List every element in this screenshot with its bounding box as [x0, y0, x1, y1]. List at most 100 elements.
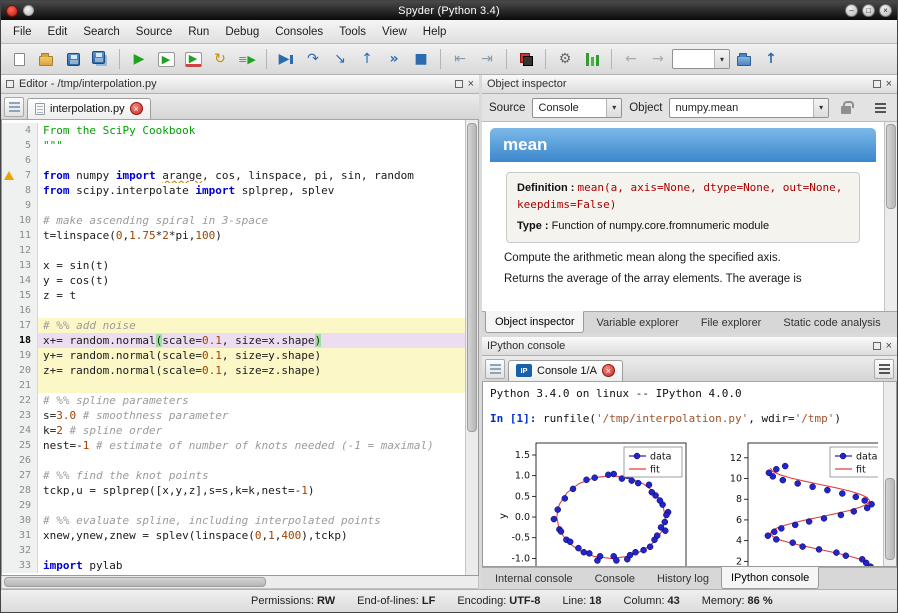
- step-return-button[interactable]: ↑: [354, 46, 380, 72]
- line-number[interactable]: 6: [2, 153, 38, 168]
- line-number[interactable]: 33: [2, 558, 38, 573]
- code-line-text[interactable]: [38, 243, 465, 258]
- line-number[interactable]: 26: [2, 453, 38, 468]
- code-line-text[interactable]: z+= random.normal(scale=0.1, size=z.shap…: [38, 363, 465, 378]
- panel-close-icon[interactable]: ×: [886, 79, 892, 90]
- lock-button[interactable]: [836, 98, 856, 118]
- tab-history-log[interactable]: History log: [647, 568, 719, 589]
- code-line-text[interactable]: [38, 153, 465, 168]
- code-line-text[interactable]: s=3.0 # smoothness parameter: [38, 408, 465, 423]
- run-cell-and-advance-button[interactable]: ▶: [180, 46, 206, 72]
- menu-edit[interactable]: Edit: [40, 23, 76, 41]
- menu-source[interactable]: Source: [128, 23, 180, 41]
- code-line-text[interactable]: tckp,u = splprep([x,y,z],s=s,k=k,nest=-1…: [38, 483, 465, 498]
- menu-debug[interactable]: Debug: [217, 23, 267, 41]
- line-number[interactable]: 28: [2, 483, 38, 498]
- console-tab-list-button[interactable]: [485, 359, 505, 379]
- code-line-text[interactable]: nest=-1 # estimate of number of knots ne…: [38, 438, 465, 453]
- line-number[interactable]: 19: [2, 348, 38, 363]
- line-number[interactable]: 14: [2, 273, 38, 288]
- code-line-text[interactable]: [38, 498, 465, 513]
- object-combobox[interactable]: numpy.mean ▾: [669, 98, 829, 118]
- undock-icon[interactable]: [455, 80, 463, 88]
- close-button[interactable]: ×: [879, 4, 892, 17]
- menu-search[interactable]: Search: [75, 23, 127, 41]
- line-number[interactable]: 10: [2, 213, 38, 228]
- line-number[interactable]: 5: [2, 138, 38, 153]
- minimize-button[interactable]: –: [845, 4, 858, 17]
- line-number[interactable]: 15: [2, 288, 38, 303]
- code-line-text[interactable]: # %% find the knot points: [38, 468, 465, 483]
- new-file-button[interactable]: [6, 46, 32, 72]
- code-line-text[interactable]: from numpy import arange, cos, linspace,…: [38, 168, 465, 183]
- code-line-text[interactable]: t=linspace(0,1.75*2*pi,100): [38, 228, 465, 243]
- console-tab-close-button[interactable]: ×: [602, 364, 615, 377]
- save-file-button[interactable]: [60, 46, 86, 72]
- maximize-button[interactable]: □: [862, 4, 875, 17]
- line-number[interactable]: 11: [2, 228, 38, 243]
- line-number[interactable]: 30: [2, 513, 38, 528]
- line-number[interactable]: 18: [2, 333, 38, 348]
- tab-ipython-console[interactable]: IPython console: [721, 567, 819, 589]
- tab-static-code-analysis[interactable]: Static code analysis: [773, 312, 890, 333]
- prev-cursor-position-button[interactable]: ⇤: [447, 46, 473, 72]
- pythonpath-manager-button[interactable]: [513, 46, 539, 72]
- run-cell-button[interactable]: ▶: [153, 46, 179, 72]
- source-select[interactable]: Console ▾: [532, 98, 622, 118]
- code-line-text[interactable]: [38, 453, 465, 468]
- line-number[interactable]: 29: [2, 498, 38, 513]
- console-content[interactable]: Python 3.4.0 on linux -- IPython 4.0.0In…: [483, 382, 883, 566]
- working-directory-combo[interactable]: ▾: [672, 49, 730, 69]
- line-number[interactable]: 25: [2, 438, 38, 453]
- save-all-button[interactable]: [87, 46, 113, 72]
- tab-object-inspector[interactable]: Object inspector: [485, 311, 584, 333]
- line-number[interactable]: 12: [2, 243, 38, 258]
- line-number[interactable]: 7: [2, 168, 38, 183]
- code-editor[interactable]: 4From the SciPy Cookbook5"""67from numpy…: [1, 120, 479, 576]
- line-number[interactable]: 23: [2, 408, 38, 423]
- code-line-text[interactable]: k=2 # spline order: [38, 423, 465, 438]
- menu-file[interactable]: File: [5, 23, 40, 41]
- line-number[interactable]: 4: [2, 123, 38, 138]
- menu-help[interactable]: Help: [415, 23, 455, 41]
- undock-icon[interactable]: [873, 80, 881, 88]
- code-line-text[interactable]: [38, 378, 465, 393]
- panel-close-icon[interactable]: ×: [886, 341, 892, 352]
- code-line-text[interactable]: import pylab: [38, 558, 465, 573]
- tab-file-explorer[interactable]: File explorer: [691, 312, 772, 333]
- tab-close-button[interactable]: ×: [130, 102, 143, 115]
- tab-internal-console[interactable]: Internal console: [485, 568, 583, 589]
- code-line-text[interactable]: [38, 303, 465, 318]
- editor-horizontal-scrollbar[interactable]: [1, 576, 479, 589]
- tab-console[interactable]: Console: [585, 568, 645, 589]
- tab-variable-explorer[interactable]: Variable explorer: [586, 312, 688, 333]
- console-scrollbar[interactable]: [883, 382, 896, 566]
- code-line-text[interactable]: # %% evaluate spline, including interpol…: [38, 513, 465, 528]
- menu-consoles[interactable]: Consoles: [267, 23, 331, 41]
- line-number[interactable]: 17: [2, 318, 38, 333]
- debug-continue-button[interactable]: »: [381, 46, 407, 72]
- line-number[interactable]: 24: [2, 423, 38, 438]
- code-line-text[interactable]: # %% add noise: [38, 318, 465, 333]
- line-number[interactable]: 9: [2, 198, 38, 213]
- parent-directory-button[interactable]: ↑: [758, 46, 784, 72]
- code-line-text[interactable]: from scipy.interpolate import splprep, s…: [38, 183, 465, 198]
- line-number[interactable]: 8: [2, 183, 38, 198]
- debug-stop-button[interactable]: ■: [408, 46, 434, 72]
- inspector-scrollbar[interactable]: [884, 122, 897, 311]
- rerun-cell-button[interactable]: ↻: [207, 46, 233, 72]
- step-over-button[interactable]: ↷: [300, 46, 326, 72]
- code-line-text[interactable]: # %% spline parameters: [38, 393, 465, 408]
- preferences-button[interactable]: ⚙: [552, 46, 578, 72]
- code-line-text[interactable]: x+= random.normal(scale=0.1, size=x.shap…: [38, 333, 465, 348]
- profiler-button[interactable]: [579, 46, 605, 72]
- console-options-button[interactable]: [874, 359, 894, 379]
- code-line-text[interactable]: # make ascending spiral in 3-space: [38, 213, 465, 228]
- step-into-button[interactable]: ↘: [327, 46, 353, 72]
- line-number[interactable]: 20: [2, 363, 38, 378]
- line-number[interactable]: 16: [2, 303, 38, 318]
- code-line-text[interactable]: y+= random.normal(scale=0.1, size=y.shap…: [38, 348, 465, 363]
- code-line-text[interactable]: xnew,ynew,znew = splev(linspace(0,1,400)…: [38, 528, 465, 543]
- editor-tab-interpolation[interactable]: interpolation.py ×: [27, 98, 151, 119]
- code-line-text[interactable]: """: [38, 138, 465, 153]
